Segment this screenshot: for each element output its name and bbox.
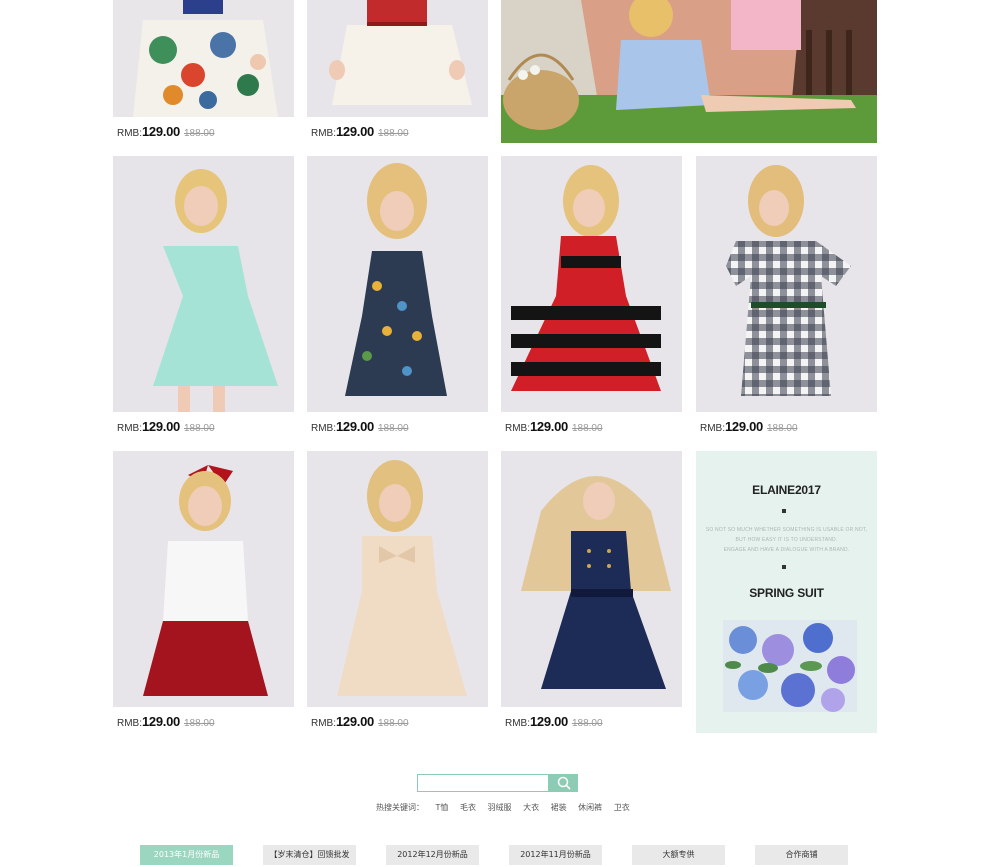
- currency-label: RMB:: [117, 718, 142, 729]
- sale-price: 129.00: [336, 124, 374, 139]
- original-price: 188.00: [377, 423, 409, 434]
- original-price: 188.00: [571, 423, 603, 434]
- tulle-dress-photo: [307, 0, 488, 117]
- currency-label: RMB:: [117, 128, 142, 139]
- nav-tab-bulk-supply[interactable]: 大额专供: [632, 845, 725, 865]
- print-sundress-photo: [307, 156, 488, 412]
- sale-price: 129.00: [725, 419, 763, 434]
- beige-bow-dress-photo: [307, 451, 488, 707]
- sale-price: 129.00: [336, 714, 374, 729]
- keyword-link[interactable]: 卫衣: [614, 803, 630, 812]
- price-mint-dress: RMB:129.00 188.00: [117, 418, 215, 434]
- keyword-link[interactable]: T恤: [436, 803, 449, 812]
- original-price: 188.00: [183, 718, 215, 729]
- product-image-print-sundress[interactable]: [307, 156, 488, 412]
- sale-price: 129.00: [142, 124, 180, 139]
- nav-tab-2012-nov[interactable]: 2012年11月份新品: [509, 845, 602, 865]
- product-image-tutu-outfit[interactable]: [113, 451, 294, 707]
- promo-subtitle: SPRING SUIT: [749, 586, 824, 600]
- nav-tab-partner-shops[interactable]: 合作商铺: [755, 845, 848, 865]
- original-price: 188.00: [183, 128, 215, 139]
- promo-tagline-line: SO NOT SO MUCH WHETHER SOMETHING IS USAB…: [705, 527, 868, 533]
- promo-tagline: SO NOT SO MUCH WHETHER SOMETHING IS USAB…: [700, 525, 873, 555]
- search-button[interactable]: [549, 774, 578, 792]
- sale-price: 129.00: [142, 714, 180, 729]
- currency-label: RMB:: [117, 423, 142, 434]
- original-price: 188.00: [183, 423, 215, 434]
- search-input[interactable]: [417, 774, 549, 792]
- original-price: 188.00: [571, 718, 603, 729]
- promo-dot: [782, 509, 786, 513]
- product-listing-page: RMB:129.00 188.00 RMB:129.00 188.00 RMB:…: [0, 0, 990, 867]
- promo-card[interactable]: ELAINE2017 SO NOT SO MUCH WHETHER SOMETH…: [696, 451, 877, 733]
- currency-label: RMB:: [505, 423, 530, 434]
- original-price: 188.00: [377, 718, 409, 729]
- keyword-link[interactable]: 裙装: [551, 803, 567, 812]
- navy-dress-photo: [501, 451, 682, 707]
- nav-tab-2012-dec[interactable]: 2012年12月份新品: [386, 845, 479, 865]
- product-image-navy-dress[interactable]: [501, 451, 682, 707]
- product-image-floral-dress[interactable]: [113, 0, 294, 117]
- product-image-mint-dress[interactable]: [113, 156, 294, 412]
- product-image-gingham-dress[interactable]: [696, 156, 877, 412]
- promo-title: ELAINE2017: [752, 483, 821, 497]
- original-price: 188.00: [377, 128, 409, 139]
- tutu-outfit-photo: [113, 451, 294, 707]
- striped-dress-photo: [501, 156, 682, 412]
- lifestyle-banner-image[interactable]: [501, 0, 877, 143]
- girls-on-grass-photo: [501, 0, 877, 143]
- sale-price: 129.00: [142, 419, 180, 434]
- price-striped-dress: RMB:129.00 188.00: [505, 418, 603, 434]
- search-icon: [557, 776, 571, 790]
- price-tutu-outfit: RMB:129.00 188.00: [117, 713, 215, 729]
- nav-tab-2013-jan[interactable]: 2013年1月份新品: [140, 845, 233, 865]
- hydrangea-image: [723, 620, 857, 712]
- keyword-link[interactable]: 休闲裤: [578, 803, 602, 812]
- keyword-link[interactable]: 毛衣: [460, 803, 476, 812]
- floral-dress-photo: [113, 0, 294, 117]
- currency-label: RMB:: [311, 128, 336, 139]
- sale-price: 129.00: [530, 714, 568, 729]
- hot-keywords: 热搜关键词： T恤 毛衣 羽绒服 大衣 裙装 休闲裤 卫衣: [376, 802, 630, 814]
- product-image-tulle-dress[interactable]: [307, 0, 488, 117]
- product-image-striped-dress[interactable]: [501, 156, 682, 412]
- keyword-link[interactable]: 羽绒服: [488, 803, 512, 812]
- price-print-sundress: RMB:129.00 188.00: [311, 418, 409, 434]
- promo-tagline-line: ENGAGE AND HAVE A DIALOGUE WITH A BRAND.: [723, 547, 850, 553]
- promo-dot: [782, 565, 786, 569]
- currency-label: RMB:: [700, 423, 725, 434]
- currency-label: RMB:: [505, 718, 530, 729]
- price-gingham-dress: RMB:129.00 188.00: [700, 418, 798, 434]
- price-floral-dress: RMB:129.00 188.00: [117, 123, 215, 139]
- sale-price: 129.00: [336, 419, 374, 434]
- hot-keywords-label: 热搜关键词：: [376, 803, 424, 812]
- original-price: 188.00: [766, 423, 798, 434]
- mint-dress-photo: [113, 156, 294, 412]
- price-beige-bow-dress: RMB:129.00 188.00: [311, 713, 409, 729]
- currency-label: RMB:: [311, 718, 336, 729]
- price-tulle-dress: RMB:129.00 188.00: [311, 123, 409, 139]
- gingham-dress-photo: [696, 156, 877, 412]
- sale-price: 129.00: [530, 419, 568, 434]
- product-image-beige-bow-dress[interactable]: [307, 451, 488, 707]
- currency-label: RMB:: [311, 423, 336, 434]
- promo-tagline-line: BUT HOW EASY IT IS TO UNDERSTAND.: [735, 537, 838, 543]
- keyword-link[interactable]: 大衣: [523, 803, 539, 812]
- price-navy-dress: RMB:129.00 188.00: [505, 713, 603, 729]
- nav-tab-clearance[interactable]: 【岁末清仓】回馈批发: [263, 845, 356, 865]
